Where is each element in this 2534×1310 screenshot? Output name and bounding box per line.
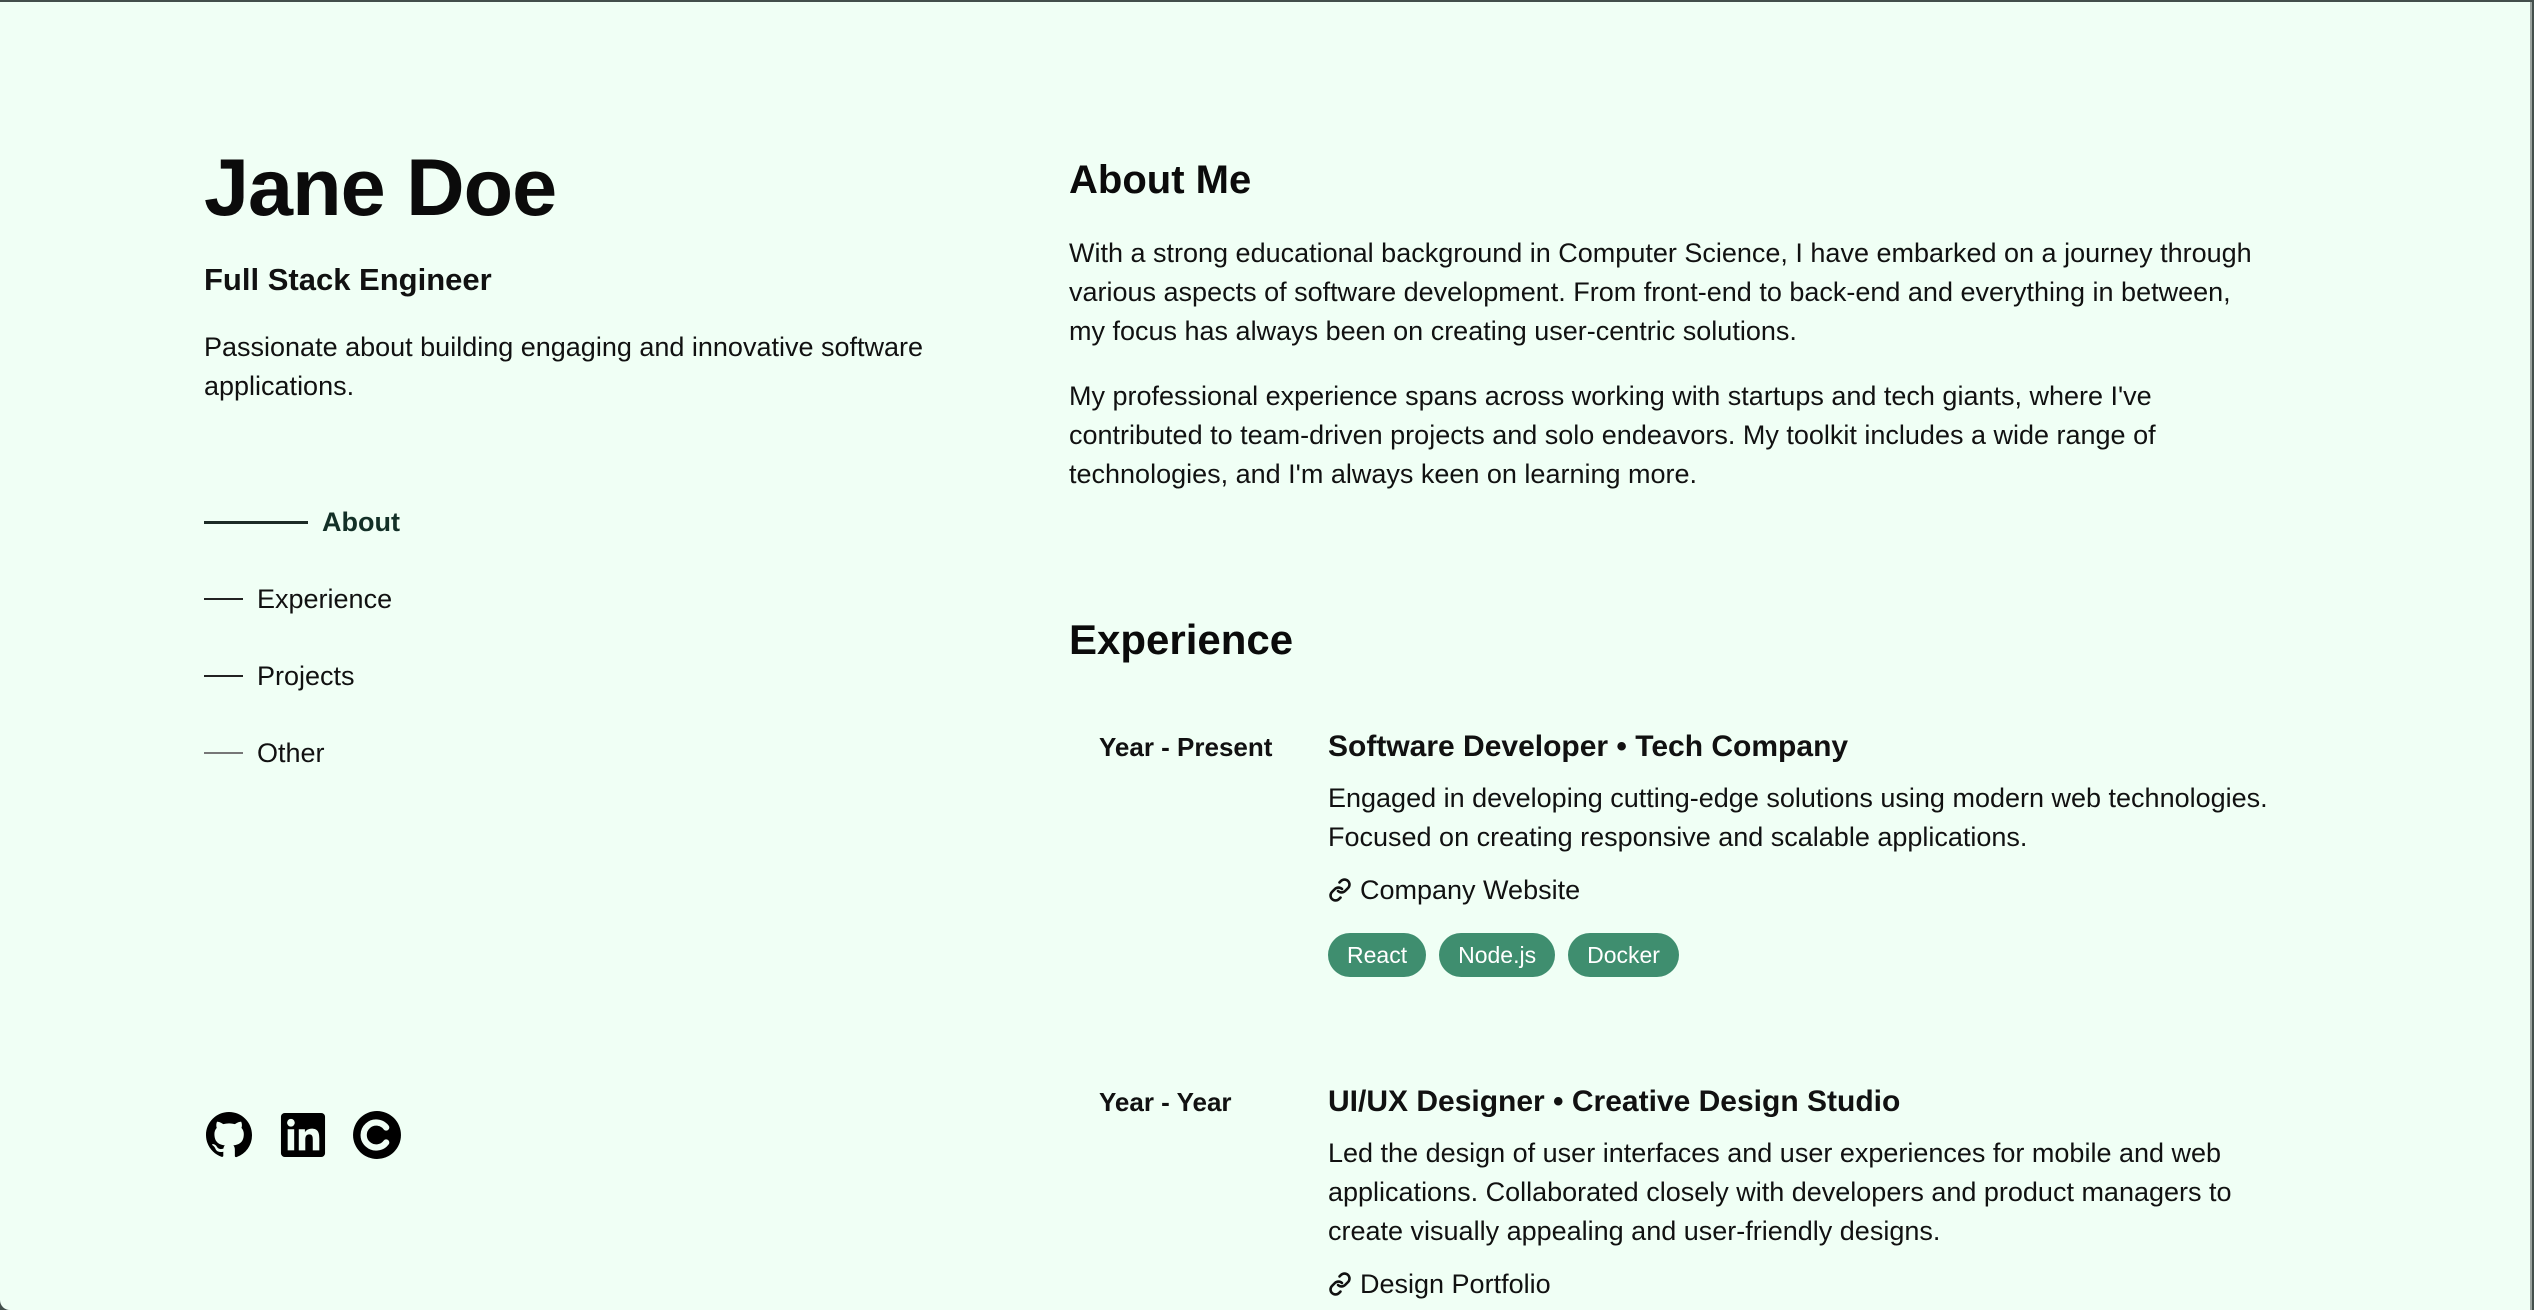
github-icon — [206, 1112, 253, 1158]
nav-indicator-line — [204, 598, 243, 600]
job-description: Engaged in developing cutting-edge solut… — [1328, 783, 2268, 852]
github-link[interactable] — [204, 1110, 254, 1160]
tech-tag: Docker — [1568, 933, 1679, 977]
codepen-link[interactable] — [352, 1110, 402, 1160]
nav-item-other[interactable]: Other — [204, 733, 400, 773]
job-title: Software Developer • Tech Company — [1328, 730, 1849, 763]
company-website-link[interactable]: Company Website — [1328, 873, 2268, 907]
job-title: UI/UX Designer • Creative Design Studio — [1328, 1085, 1901, 1118]
codepen-icon — [353, 1111, 401, 1159]
link-icon — [1328, 1272, 1352, 1296]
main-content: About Me With a strong educational backg… — [1069, 2, 2269, 1310]
profile-tagline: Passionate about building engaging and i… — [204, 332, 924, 401]
tech-tags: React Node.js Docker — [1328, 933, 2268, 977]
linkedin-icon — [280, 1112, 326, 1158]
link-icon — [1328, 878, 1352, 902]
profile-name: Jane Doe — [204, 143, 557, 233]
job-description: Led the design of user interfaces and us… — [1328, 1138, 2232, 1246]
profile-sidebar: Jane Doe Full Stack Engineer Passionate … — [204, 2, 984, 1310]
job-period: Year - Present — [1099, 732, 1273, 762]
nav-label-about: About — [322, 506, 400, 537]
social-links — [204, 1110, 402, 1160]
portfolio-page: Jane Doe Full Stack Engineer Passionate … — [0, 2, 2532, 1310]
nav-item-projects[interactable]: Projects — [204, 656, 400, 696]
profile-role: Full Stack Engineer — [204, 262, 492, 297]
about-paragraph: With a strong educational background in … — [1069, 238, 2252, 346]
link-label: Design Portfolio — [1360, 1268, 1551, 1299]
nav-label-experience: Experience — [257, 583, 393, 614]
window-edge — [2530, 2, 2532, 1310]
nav-indicator-line — [204, 752, 243, 754]
job-period: Year - Year — [1099, 1087, 1232, 1117]
nav-label-other: Other — [257, 737, 325, 768]
nav-item-experience[interactable]: Experience — [204, 579, 400, 619]
job-details: Software Developer • Tech Company Engage… — [1328, 727, 2268, 977]
job-details: UI/UX Designer • Creative Design Studio … — [1328, 1082, 2268, 1301]
nav-indicator-line — [204, 520, 308, 524]
about-paragraph: My professional experience spans across … — [1069, 381, 2156, 489]
about-heading: About Me — [1069, 158, 1252, 202]
section-nav: About Experience Projects Other — [204, 502, 400, 810]
nav-indicator-line — [204, 675, 243, 677]
about-body: With a strong educational background in … — [1069, 234, 2269, 520]
experience-heading: Experience — [1069, 616, 1294, 663]
linkedin-link[interactable] — [278, 1110, 328, 1160]
tech-tag: React — [1328, 933, 1427, 977]
nav-label-projects: Projects — [257, 660, 355, 691]
link-label: Company Website — [1360, 874, 1581, 905]
design-portfolio-link[interactable]: Design Portfolio — [1328, 1267, 2268, 1301]
tech-tag: Node.js — [1439, 933, 1556, 977]
nav-item-about[interactable]: About — [204, 502, 400, 542]
